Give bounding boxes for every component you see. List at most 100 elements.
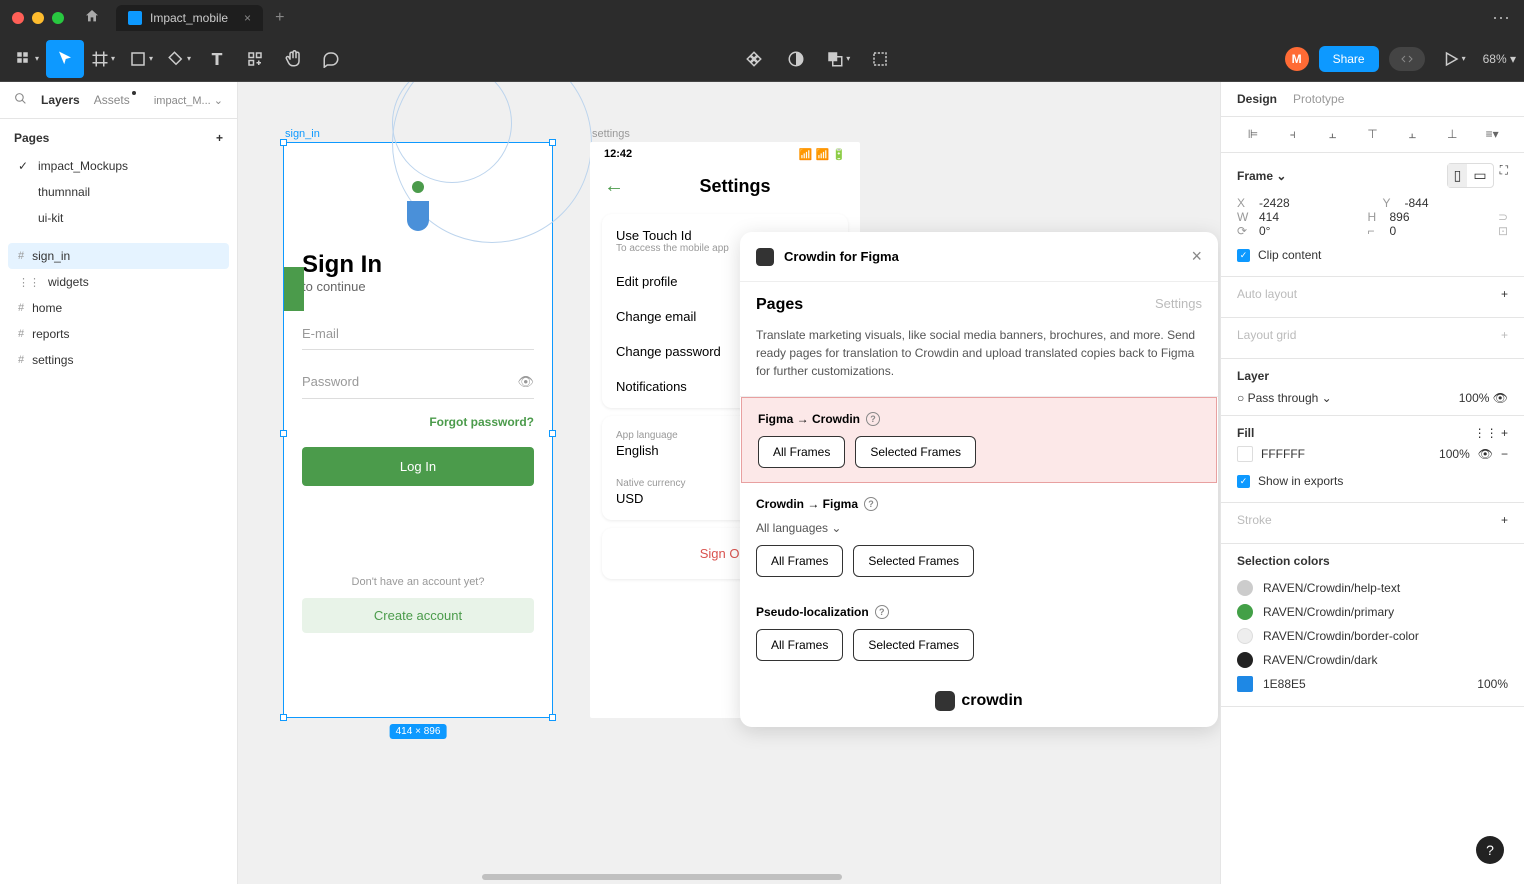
page-item[interactable]: #reports [8, 321, 229, 347]
dev-mode-toggle[interactable] [1389, 47, 1425, 71]
menu-button[interactable]: ▾ [8, 40, 46, 78]
width-input[interactable]: 414 [1259, 210, 1319, 224]
rotation-input[interactable]: 0° [1259, 224, 1319, 238]
link-icon[interactable] [861, 40, 899, 78]
height-input[interactable]: 896 [1389, 210, 1449, 224]
new-tab-button[interactable]: + [275, 9, 284, 27]
align-bottom-icon[interactable]: ⊥ [1436, 127, 1468, 142]
align-top-icon[interactable]: ⊤ [1357, 127, 1389, 142]
color-item[interactable]: RAVEN/Crowdin/dark [1237, 648, 1508, 672]
info-icon[interactable]: ? [866, 412, 880, 426]
shape-tool[interactable]: ▾ [122, 40, 160, 78]
text-tool[interactable] [198, 40, 236, 78]
fill-opacity-input[interactable]: 100% [1439, 447, 1470, 461]
plugin-settings-link[interactable]: Settings [1155, 296, 1202, 314]
visibility-icon[interactable]: 👁 [1478, 447, 1493, 461]
layers-tab[interactable]: Layers [41, 93, 80, 107]
fill-style-icon[interactable]: ⋮⋮ [1474, 426, 1498, 440]
search-icon[interactable] [14, 92, 27, 108]
selection-handle[interactable] [549, 714, 556, 721]
page-item[interactable]: ⋮⋮widgets [8, 269, 229, 295]
boolean-icon[interactable]: ▾ [819, 40, 857, 78]
color-item[interactable]: 1E88E5100% [1237, 672, 1508, 696]
info-icon[interactable]: ? [864, 497, 878, 511]
horizontal-scrollbar[interactable] [482, 874, 842, 880]
align-center-v-icon[interactable]: ⫠ [1396, 127, 1428, 142]
close-window-icon[interactable] [12, 12, 24, 24]
resources-tool[interactable] [236, 40, 274, 78]
home-icon[interactable] [84, 8, 100, 29]
language-selector[interactable]: All languages ⌄ [756, 521, 1202, 535]
user-avatar[interactable]: M [1285, 47, 1309, 71]
add-page-button[interactable]: + [216, 131, 223, 145]
opacity-input[interactable]: 100% [1459, 391, 1490, 405]
more-icon[interactable]: ⋯ [1492, 8, 1512, 29]
visibility-icon[interactable]: 👁 [1493, 391, 1508, 405]
fill-swatch[interactable] [1237, 446, 1253, 462]
y-input[interactable]: -844 [1405, 196, 1465, 210]
show-exports-checkbox[interactable]: ✓ [1237, 475, 1250, 488]
all-frames-button[interactable]: All Frames [756, 629, 843, 661]
help-button[interactable]: ? [1476, 836, 1504, 864]
design-tab[interactable]: Design [1237, 92, 1277, 106]
constrain-icon[interactable]: ⊃ [1498, 210, 1508, 224]
selection-handle[interactable] [280, 139, 287, 146]
color-item[interactable]: RAVEN/Crowdin/border-color [1237, 624, 1508, 648]
present-button[interactable]: ▾ [1435, 40, 1473, 78]
frame-tool[interactable]: ▾ [84, 40, 122, 78]
blend-mode-select[interactable]: ○ Pass through ⌄ [1237, 391, 1332, 405]
selected-frames-button[interactable]: Selected Frames [853, 545, 974, 577]
frame-label[interactable]: settings [592, 128, 630, 140]
zoom-level[interactable]: 68% ▾ [1483, 52, 1516, 66]
selection-handle[interactable] [280, 430, 287, 437]
hand-tool[interactable] [274, 40, 312, 78]
info-icon[interactable]: ? [875, 605, 889, 619]
all-frames-button[interactable]: All Frames [756, 545, 843, 577]
add-auto-layout-button[interactable]: + [1501, 287, 1508, 301]
fill-hex-input[interactable]: FFFFFF [1261, 447, 1431, 461]
selection-handle[interactable] [549, 430, 556, 437]
canvas[interactable]: sign_in settings Sign In to continue E-m… [238, 82, 1220, 884]
pen-tool[interactable]: ▾ [160, 40, 198, 78]
move-tool[interactable] [46, 40, 84, 78]
distribute-icon[interactable]: ≡▾ [1476, 127, 1508, 142]
page-item-selected[interactable]: #sign_in [8, 243, 229, 269]
comment-tool[interactable] [312, 40, 350, 78]
assets-tab[interactable]: Assets [94, 93, 130, 107]
add-fill-button[interactable]: + [1501, 426, 1508, 440]
add-grid-button[interactable]: + [1501, 328, 1508, 342]
close-tab-icon[interactable]: × [244, 11, 251, 25]
color-item[interactable]: RAVEN/Crowdin/help-text [1237, 576, 1508, 600]
page-item[interactable]: #home [8, 295, 229, 321]
align-left-icon[interactable]: ⊫ [1237, 127, 1269, 142]
close-plugin-button[interactable]: × [1191, 246, 1202, 267]
page-selector[interactable]: impact_M... ⌄ [154, 94, 223, 107]
corner-input[interactable]: 0 [1389, 224, 1449, 238]
file-tab[interactable]: Impact_mobile × [116, 5, 263, 31]
page-item[interactable]: thumnnail [8, 179, 229, 205]
selected-frames-button[interactable]: Selected Frames [855, 436, 976, 468]
clip-content-checkbox[interactable]: ✓ [1237, 249, 1250, 262]
add-stroke-button[interactable]: + [1501, 513, 1508, 527]
selected-frames-button[interactable]: Selected Frames [853, 629, 974, 661]
share-button[interactable]: Share [1319, 46, 1379, 72]
maximize-window-icon[interactable] [52, 12, 64, 24]
page-item[interactable]: ui-kit [8, 205, 229, 231]
minimize-window-icon[interactable] [32, 12, 44, 24]
remove-fill-button[interactable]: − [1501, 447, 1508, 461]
frame-label[interactable]: Frame ⌄ [1237, 169, 1286, 183]
signin-frame[interactable]: Sign In to continue E-mail Password👁 For… [283, 142, 553, 718]
frame-label[interactable]: sign_in [285, 128, 320, 140]
independent-corners-icon[interactable]: ⊡ [1498, 224, 1508, 238]
align-right-icon[interactable]: ⫠ [1317, 127, 1349, 142]
all-frames-button[interactable]: All Frames [758, 436, 845, 468]
page-item[interactable]: #settings [8, 347, 229, 373]
page-item[interactable]: ✓impact_Mockups [8, 153, 229, 179]
x-input[interactable]: -2428 [1259, 196, 1319, 210]
resize-fit-icon[interactable]: ⛶ [1500, 163, 1508, 188]
components-icon[interactable] [735, 40, 773, 78]
prototype-tab[interactable]: Prototype [1293, 92, 1344, 106]
align-center-h-icon[interactable]: ⫞ [1277, 127, 1309, 142]
selection-handle[interactable] [280, 714, 287, 721]
orientation-toggle[interactable]: ▯▭ [1447, 163, 1494, 188]
